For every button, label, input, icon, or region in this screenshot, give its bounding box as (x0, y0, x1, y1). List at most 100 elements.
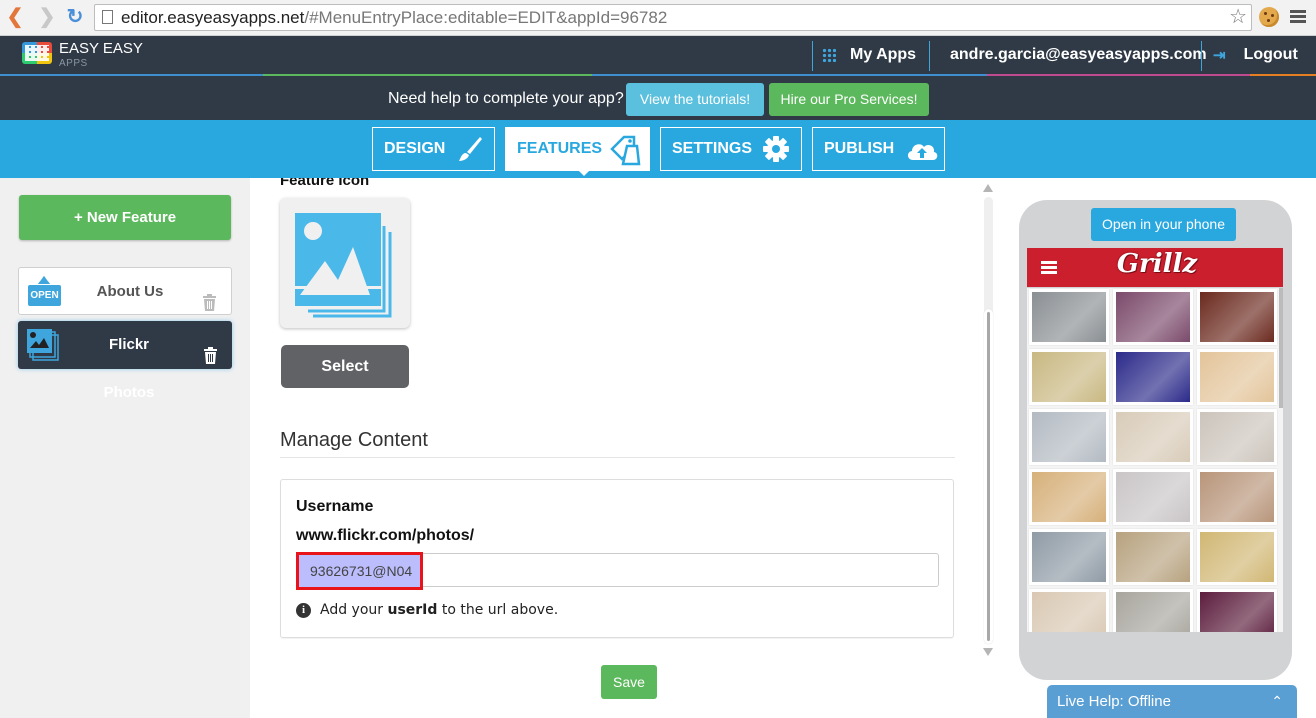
hire-pro-services-button[interactable]: Hire our Pro Services! (769, 83, 929, 116)
photo-thumbnail[interactable] (1029, 349, 1109, 405)
photo-thumbnail[interactable] (1113, 589, 1193, 632)
star-icon[interactable]: ☆ (1229, 5, 1247, 30)
main-scrollbar[interactable] (980, 178, 1000, 660)
photo-thumbnail[interactable] (1197, 289, 1277, 345)
divider (812, 41, 813, 71)
sidebar-item-flickr-photos[interactable]: Flickr Photos (18, 321, 232, 401)
photo-thumbnail[interactable] (1197, 349, 1277, 405)
forward-icon[interactable]: ❯ (36, 6, 58, 28)
url-prefix: www.flickr.com/photos/ (296, 527, 475, 544)
photo-thumbnail[interactable] (1197, 589, 1277, 632)
reload-icon[interactable]: ↻ (64, 6, 86, 28)
logo-icon[interactable] (22, 42, 54, 70)
hint-suffix: to the url above. (437, 602, 559, 618)
tab-label: PUBLISH (824, 140, 895, 157)
select-icon-button[interactable]: Select (281, 345, 409, 388)
hamburger-menu-icon[interactable] (1041, 261, 1057, 264)
hint-text: Add your userId to the url above. (320, 602, 558, 618)
photos-icon (27, 329, 59, 361)
tab-label: FEATURES (517, 140, 603, 157)
my-apps-label: My Apps (850, 46, 917, 63)
tab-publish[interactable]: PUBLISH (812, 127, 945, 171)
page-icon (102, 10, 113, 24)
tab-design[interactable]: DESIGN (372, 127, 495, 171)
gear-icon (761, 134, 791, 164)
url-host: editor.easyeasyapps.net (121, 8, 305, 27)
username-field[interactable]: 93626731@N04 (296, 552, 939, 590)
photo-thumbnail[interactable] (1029, 289, 1109, 345)
brush-icon (454, 134, 484, 164)
photo-thumbnail[interactable] (1029, 529, 1109, 585)
logout-icon: ⇥ (1213, 47, 1226, 64)
photo-grid (1027, 288, 1283, 632)
logout-link[interactable]: ⇥ Logout (1213, 46, 1298, 64)
cookie-extension-icon[interactable] (1259, 7, 1279, 27)
manage-content-heading: Manage Content (280, 429, 428, 451)
divider (280, 457, 955, 458)
browser-toolbar: ❮ ❯ ↻ editor.easyeasyapps.net/#MenuEntry… (0, 0, 1316, 36)
photo-thumbnail[interactable] (1113, 349, 1193, 405)
photo-thumbnail[interactable] (1113, 409, 1193, 465)
photos-icon (295, 213, 392, 318)
photo-thumbnail[interactable] (1113, 289, 1193, 345)
app-header: EASY EASY APPS My Apps andre.garcia@easy… (0, 36, 1316, 76)
url-path: /#MenuEntryPlace:editable=EDIT&appId=967… (304, 8, 668, 27)
feature-icon-preview[interactable] (280, 198, 410, 328)
chevron-up-icon[interactable]: ⌃ (1271, 685, 1283, 718)
info-icon: i (296, 602, 311, 618)
tab-features[interactable]: FEATURES (505, 127, 650, 176)
tab-settings[interactable]: SETTINGS (660, 127, 802, 171)
photo-thumbnail[interactable] (1113, 529, 1193, 585)
tags-icon (609, 134, 641, 166)
my-apps-link[interactable]: My Apps (822, 46, 916, 64)
app-preview-header: Grillz (1027, 248, 1283, 287)
logo-title: EASY EASY (59, 40, 143, 57)
trash-icon[interactable] (203, 283, 216, 311)
photo-thumbnail[interactable] (1029, 589, 1109, 632)
hint-bold: userId (387, 602, 438, 618)
photo-thumbnail[interactable] (1197, 409, 1277, 465)
photo-thumbnail[interactable] (1029, 469, 1109, 525)
feature-editor: Feature Icon Select Manage Content Usern… (250, 178, 980, 718)
divider (929, 41, 930, 71)
username-input[interactable] (297, 554, 938, 586)
open-sign-icon: OPEN (28, 276, 61, 306)
scroll-thumb[interactable] (984, 309, 993, 644)
app-title: Grillz (1116, 249, 1198, 279)
username-label: Username (296, 498, 374, 515)
scroll-down-icon[interactable] (983, 648, 993, 656)
address-bar[interactable]: editor.easyeasyapps.net/#MenuEntryPlace:… (94, 4, 1252, 31)
menu-icon[interactable] (1290, 10, 1306, 13)
tab-label: DESIGN (384, 140, 446, 157)
editor-tabs: DESIGN FEATURES SETTINGS PUBLISH (0, 120, 1316, 178)
photo-thumbnail[interactable] (1197, 469, 1277, 525)
live-help-label: Live Help: Offline (1057, 693, 1171, 710)
save-button[interactable]: Save (601, 665, 657, 699)
photo-thumbnail[interactable] (1197, 529, 1277, 585)
trash-icon[interactable] (204, 336, 217, 364)
feature-label: About Us (96, 283, 164, 300)
username-hint: i Add your userId to the url above. (296, 602, 558, 618)
cloud-upload-icon (904, 134, 938, 164)
photo-thumbnail[interactable] (1029, 409, 1109, 465)
feature-label: Flickr Photos (103, 336, 155, 401)
sidebar-item-about-us[interactable]: OPEN About Us (18, 267, 232, 315)
divider (1201, 41, 1202, 71)
help-text: Need help to complete your app? (388, 90, 624, 107)
logo-subtitle: APPS (59, 58, 88, 69)
open-in-phone-button[interactable]: Open in your phone (1091, 208, 1236, 241)
apps-grid-icon (822, 48, 836, 62)
photo-thumbnail[interactable] (1113, 469, 1193, 525)
new-feature-button[interactable]: + New Feature (19, 195, 231, 240)
phone-preview: Open in your phone Grillz (1019, 200, 1292, 680)
scroll-up-icon[interactable] (983, 184, 993, 192)
back-icon[interactable]: ❮ (4, 6, 26, 28)
view-tutorials-button[interactable]: View the tutorials! (626, 83, 764, 116)
live-help-widget[interactable]: Live Help: Offline ⌃ (1047, 685, 1297, 718)
hint-prefix: Add your (320, 602, 388, 618)
help-bar: Need help to complete your app? View the… (0, 76, 1316, 120)
user-email[interactable]: andre.garcia@easyeasyapps.com (950, 46, 1207, 64)
tab-label: SETTINGS (672, 140, 753, 157)
preview-scrollbar[interactable] (1279, 288, 1283, 408)
logout-label: Logout (1243, 46, 1298, 63)
